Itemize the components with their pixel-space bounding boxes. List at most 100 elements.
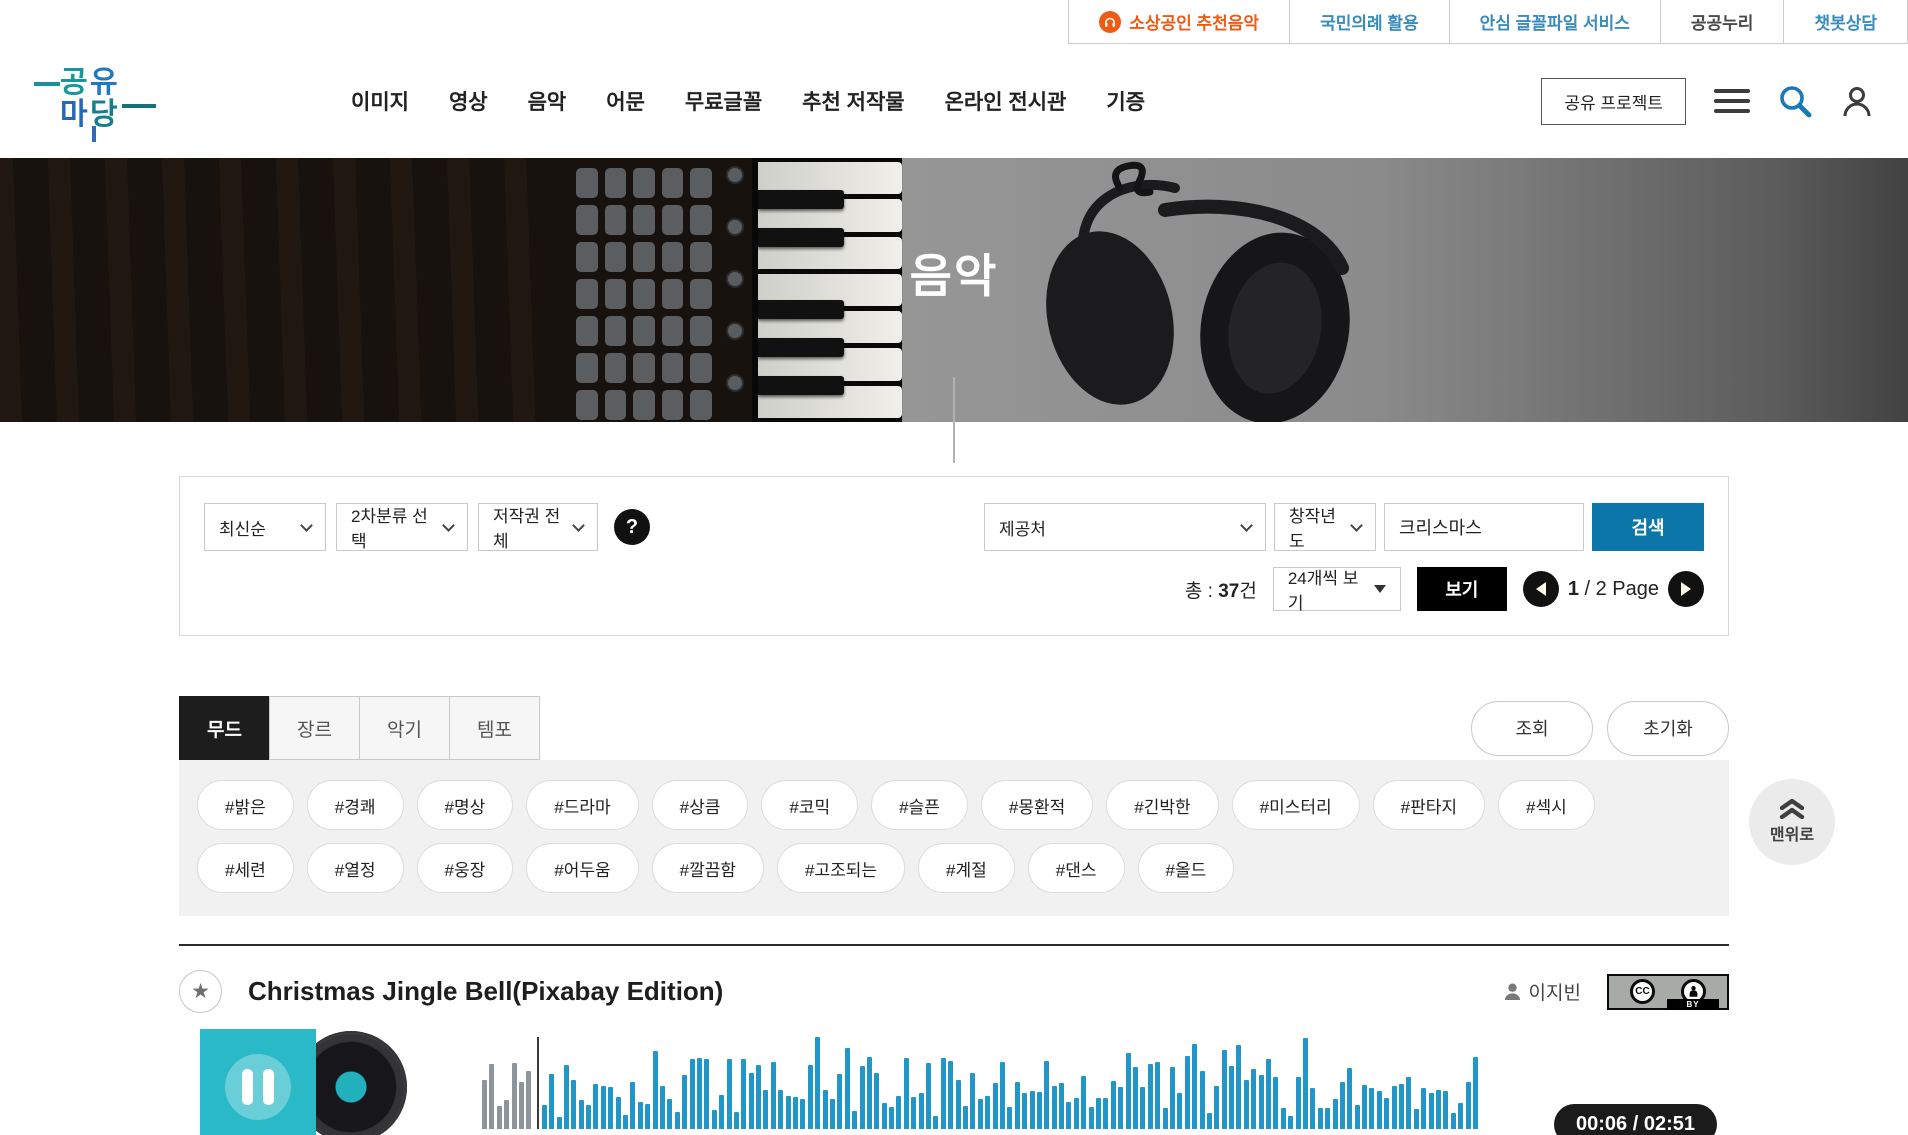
user-icon[interactable] bbox=[1840, 84, 1874, 118]
nav-item-video[interactable]: 영상 bbox=[449, 86, 488, 116]
waveform-bar bbox=[815, 1037, 821, 1129]
waveform-bar bbox=[1229, 1066, 1235, 1129]
top-utility-group: 소상공인 추천음악 국민의례 활용 안심 글꼴파일 서비스 공공누리 챗봇상담 bbox=[1068, 0, 1908, 44]
tag-comic[interactable]: #코믹 bbox=[761, 780, 859, 830]
tag-dance[interactable]: #댄스 bbox=[1027, 843, 1125, 893]
query-button[interactable]: 조회 bbox=[1471, 700, 1593, 756]
top-utility-bar: 소상공인 추천음악 국민의례 활용 안심 글꼴파일 서비스 공공누리 챗봇상담 bbox=[0, 0, 1908, 44]
tag-mystery[interactable]: #미스터리 bbox=[1231, 780, 1360, 830]
waveform-bar bbox=[778, 1090, 784, 1129]
waveform-bar bbox=[992, 1083, 998, 1129]
reset-button[interactable]: 초기화 bbox=[1607, 700, 1729, 756]
waveform-bar bbox=[482, 1080, 487, 1129]
search-icon[interactable] bbox=[1778, 84, 1812, 118]
tag-fresh[interactable]: #상큼 bbox=[651, 780, 749, 830]
tag-fantasy[interactable]: #판타지 bbox=[1372, 780, 1486, 830]
license-select[interactable]: 저작권 전체 bbox=[478, 503, 598, 551]
midi-pad-grid-graphic bbox=[568, 158, 720, 422]
cc-by-license-badge[interactable]: CC BY bbox=[1607, 973, 1729, 1010]
headphones-graphic bbox=[1046, 161, 1350, 422]
topbar-link-kogl[interactable]: 공공누리 bbox=[1659, 0, 1784, 43]
waveform-bar bbox=[1103, 1098, 1109, 1129]
tab-instrument[interactable]: 악기 bbox=[359, 696, 450, 760]
back-to-top-button[interactable]: 맨위로 bbox=[1749, 779, 1835, 865]
nav-item-online-exhibition[interactable]: 온라인 전시관 bbox=[945, 86, 1067, 116]
search-button[interactable]: 검색 bbox=[1592, 503, 1704, 551]
tag-sad[interactable]: #슬픈 bbox=[871, 780, 968, 830]
tag-urgent[interactable]: #긴박한 bbox=[1106, 780, 1219, 830]
share-project-button[interactable]: 공유 프로젝트 bbox=[1541, 77, 1686, 125]
track-title[interactable]: Christmas Jingle Bell(Pixabay Edition) bbox=[248, 976, 723, 1007]
tag-cheerful[interactable]: #경쾌 bbox=[306, 780, 404, 830]
creation-year-select[interactable]: 창작년도 bbox=[1274, 503, 1376, 551]
waveform-bar bbox=[623, 1115, 629, 1129]
tab-mood[interactable]: 무드 bbox=[179, 696, 270, 760]
tag-sexy[interactable]: #섹시 bbox=[1498, 780, 1595, 830]
topbar-link-chatbot[interactable]: 챗봇상담 bbox=[1783, 0, 1908, 43]
waveform-bar bbox=[903, 1058, 909, 1129]
topbar-link-recommended-music[interactable]: 소상공인 추천음악 bbox=[1068, 0, 1289, 43]
nav-item-music[interactable]: 음악 bbox=[528, 86, 567, 116]
waveform-bar bbox=[911, 1097, 917, 1129]
tag-old[interactable]: #올드 bbox=[1137, 843, 1235, 893]
waveform-bar bbox=[1369, 1088, 1375, 1129]
waveform-bar bbox=[1266, 1059, 1272, 1129]
tab-genre[interactable]: 장르 bbox=[269, 696, 360, 760]
waveform[interactable] bbox=[482, 1029, 1490, 1129]
waveform-bar bbox=[615, 1097, 621, 1129]
tag-building-up[interactable]: #고조되는 bbox=[777, 843, 906, 893]
waveform-bar bbox=[1036, 1092, 1042, 1129]
tag-seasonal[interactable]: #계절 bbox=[918, 843, 1015, 893]
waveform-bar bbox=[1007, 1107, 1013, 1129]
waveform-bar bbox=[1376, 1091, 1382, 1129]
playhead-cursor[interactable] bbox=[536, 1037, 539, 1129]
by-label: BY bbox=[1667, 998, 1719, 1010]
waveform-bar bbox=[800, 1099, 806, 1129]
favorite-star-icon[interactable]: ★ bbox=[179, 970, 222, 1013]
tag-refined[interactable]: #세련 bbox=[197, 843, 294, 893]
nav-item-recommended-works[interactable]: 추천 저작물 bbox=[802, 86, 904, 116]
next-page-button[interactable] bbox=[1668, 571, 1704, 607]
tag-row-2: #세련 #열정 #웅장 #어두움 #깔끔함 #고조되는 #계절 #댄스 #올드 bbox=[197, 843, 1711, 893]
waveform-bar bbox=[881, 1103, 887, 1129]
subcategory-select[interactable]: 2차분류 선택 bbox=[336, 503, 468, 551]
view-button[interactable]: 보기 bbox=[1416, 567, 1507, 611]
menu-icon[interactable] bbox=[1714, 89, 1750, 113]
per-page-select[interactable]: 24개씩 보기 bbox=[1272, 567, 1401, 613]
topbar-link-national-ceremony[interactable]: 국민의례 활용 bbox=[1289, 0, 1449, 43]
keyword-input[interactable] bbox=[1384, 503, 1584, 551]
author-name: 이지빈 bbox=[1528, 983, 1581, 1004]
tag-drama[interactable]: #드라마 bbox=[526, 780, 639, 830]
tag-dreamy[interactable]: #몽환적 bbox=[980, 780, 1094, 830]
waveform-bar bbox=[896, 1096, 902, 1129]
waveform-bar bbox=[1362, 1085, 1368, 1129]
tag-grand[interactable]: #웅장 bbox=[416, 843, 514, 893]
waveform-bar bbox=[1073, 1098, 1079, 1129]
nav-item-images[interactable]: 이미지 bbox=[351, 86, 409, 116]
topbar-link-safe-fonts[interactable]: 안심 글꼴파일 서비스 bbox=[1448, 0, 1660, 43]
nav-item-free-fonts[interactable]: 무료글꼴 bbox=[685, 86, 762, 116]
main-header: 공 유 마 당 이미지 영상 음악 어문 무료글꼴 추천 저작물 온라인 전시관… bbox=[0, 44, 1908, 158]
help-icon[interactable]: ? bbox=[614, 509, 650, 545]
pause-icon bbox=[225, 1054, 291, 1120]
site-logo[interactable]: 공 유 마 당 bbox=[34, 60, 156, 142]
waveform-bar bbox=[511, 1063, 517, 1129]
midi-knobs-graphic bbox=[726, 166, 744, 422]
tag-dark[interactable]: #어두움 bbox=[526, 843, 639, 893]
waveform-bar bbox=[829, 1099, 835, 1129]
nav-item-literature[interactable]: 어문 bbox=[606, 86, 645, 116]
nav-item-donate[interactable]: 기증 bbox=[1106, 86, 1145, 116]
waveform-bar bbox=[1059, 1083, 1065, 1129]
tab-tempo[interactable]: 템포 bbox=[449, 696, 540, 760]
sort-select[interactable]: 최신순 bbox=[204, 503, 326, 551]
play-pause-button[interactable] bbox=[200, 1029, 316, 1135]
waveform-bar bbox=[593, 1084, 599, 1129]
provider-select[interactable]: 제공처 bbox=[984, 503, 1266, 551]
tag-bright[interactable]: #밝은 bbox=[197, 780, 294, 830]
prev-page-button[interactable] bbox=[1522, 571, 1559, 607]
waveform-bar bbox=[1325, 1108, 1331, 1129]
waveform-bar bbox=[1221, 1050, 1227, 1129]
tag-meditation[interactable]: #명상 bbox=[416, 780, 514, 830]
tag-clean[interactable]: #깔끔함 bbox=[651, 843, 764, 893]
tag-passion[interactable]: #열정 bbox=[306, 843, 404, 893]
